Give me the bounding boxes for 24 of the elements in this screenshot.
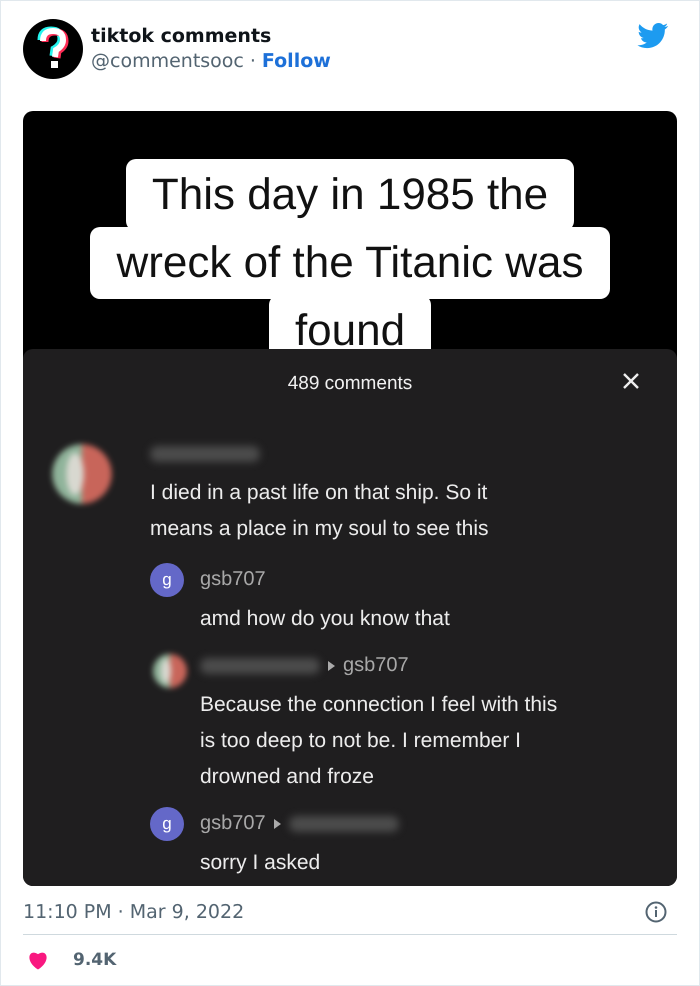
reply-arrow-icon (328, 660, 335, 671)
close-button[interactable] (621, 370, 641, 391)
comment-author: gsb707 (200, 812, 266, 836)
question-mark-avatar (23, 19, 83, 79)
comment-author: gsb707 (200, 568, 266, 592)
comment-text: amd how do you know that (200, 606, 451, 632)
timestamp[interactable]: 11:10 PM · Mar 9, 2022 (23, 901, 244, 924)
comments-count: 489 comments (288, 372, 412, 395)
account-handle: @commentsooc (91, 50, 244, 72)
comment-text: Because the connection I feel with this is too deep to not be. I remember I drowned and froze (200, 692, 558, 790)
like-count: 9.4K (73, 950, 116, 970)
avatar-letter: g (150, 806, 184, 841)
comment-text: sorry I asked (200, 850, 322, 876)
bird-icon (637, 23, 669, 49)
info-icon[interactable] (645, 901, 667, 924)
heart-icon[interactable] (27, 950, 49, 970)
follow-link[interactable]: Follow (262, 50, 331, 72)
reply-target: gsb707 (343, 654, 409, 678)
caption-text: wreck of the Titanic was (90, 226, 610, 299)
reply-arrow-icon (274, 818, 281, 829)
comment-text: I died in a past life on that ship. So it means a place in my soul to see this (150, 480, 490, 542)
separator-dot: · (250, 50, 256, 72)
account-name: tiktok comments (91, 25, 272, 47)
avatar-letter: g (150, 562, 184, 597)
